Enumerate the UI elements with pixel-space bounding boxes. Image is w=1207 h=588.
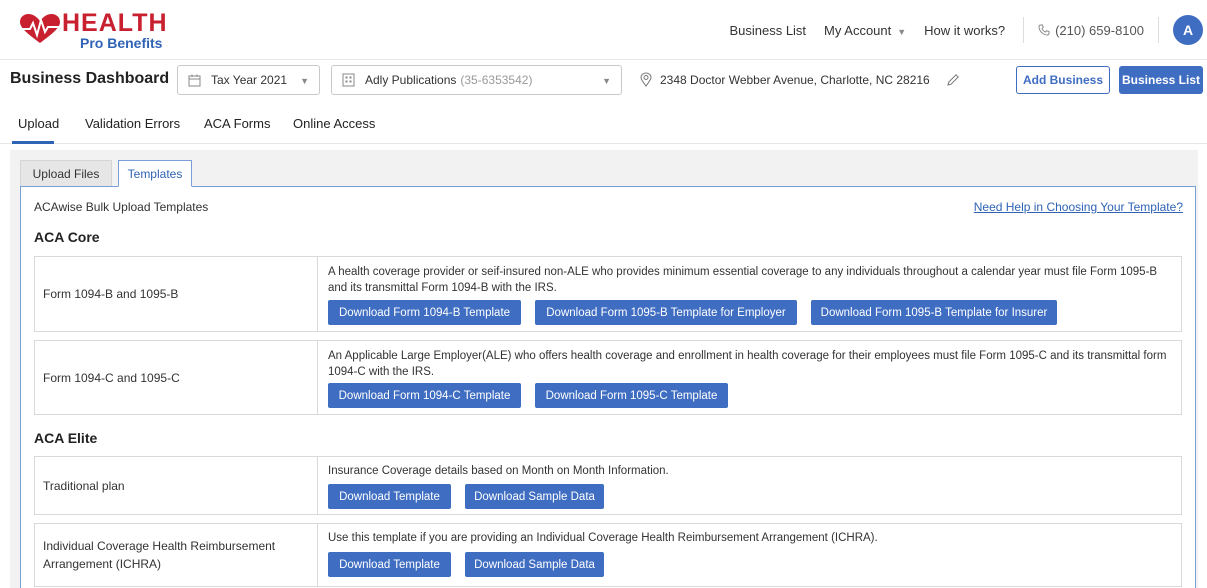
edit-pencil-icon[interactable]	[946, 73, 960, 87]
download-sample-data-button[interactable]: Download Sample Data	[465, 484, 604, 509]
download-1095c-template-button[interactable]: Download Form 1095-C Template	[535, 383, 728, 408]
brand-subname: Pro Benefits	[80, 35, 163, 51]
tab-online-access[interactable]: Online Access	[293, 116, 375, 131]
business-list-button[interactable]: Business List	[1119, 66, 1203, 94]
business-ein: (35-6353542)	[460, 73, 533, 87]
address-text: 2348 Doctor Webber Avenue, Charlotte, NC…	[660, 72, 930, 87]
download-template-button[interactable]: Download Template	[328, 484, 451, 509]
nav-business-list-link[interactable]: Business List	[729, 23, 806, 38]
template-row-label: Individual Coverage Health Reimbursement…	[35, 524, 318, 586]
user-avatar[interactable]: A	[1173, 15, 1203, 45]
template-row-label: Form 1094-C and 1095-C	[35, 341, 318, 414]
template-row-label: Traditional plan	[35, 457, 318, 514]
chevron-down-icon: ▼	[300, 76, 309, 86]
template-row-buttons: Download Form 1094-C Template Download F…	[328, 383, 742, 408]
phone-icon	[1038, 24, 1050, 36]
download-template-button[interactable]: Download Template	[328, 552, 451, 577]
brand-name: HEALTH	[62, 9, 168, 37]
content-area: Upload Files Templates ACAwise Bulk Uplo…	[10, 150, 1198, 588]
template-row-buttons: Download Template Download Sample Data	[328, 484, 618, 509]
phone-number: (210) 659-8100	[1055, 22, 1144, 38]
template-row: Traditional plan Insurance Coverage deta…	[34, 456, 1182, 515]
nav-my-account-dropdown[interactable]: My Account ▼	[824, 23, 906, 38]
download-1095b-insurer-template-button[interactable]: Download Form 1095-B Template for Insure…	[811, 300, 1057, 325]
template-row-buttons: Download Form 1094-B Template Download F…	[328, 300, 1071, 325]
template-row-description: Use this template if you are providing a…	[328, 532, 878, 544]
top-navigation: Business List My Account ▼ How it works? …	[729, 0, 1207, 60]
active-tab-indicator	[12, 141, 54, 144]
templates-panel: ACAwise Bulk Upload Templates Need Help …	[20, 186, 1196, 588]
nav-how-it-works-link[interactable]: How it works?	[924, 23, 1005, 38]
building-icon	[342, 73, 355, 87]
download-1094b-template-button[interactable]: Download Form 1094-B Template	[328, 300, 521, 325]
template-row-description: An Applicable Large Employer(ALE) who of…	[328, 350, 1167, 378]
brand-logo[interactable]: HEALTH Pro Benefits	[18, 8, 178, 52]
download-1094c-template-button[interactable]: Download Form 1094-C Template	[328, 383, 521, 408]
business-name: Adly Publications	[365, 73, 457, 87]
my-account-label: My Account	[824, 22, 892, 38]
tax-year-value: Tax Year 2021	[211, 73, 288, 87]
tab-aca-forms[interactable]: ACA Forms	[204, 116, 270, 131]
template-row-description: A health coverage provider or seif-insur…	[328, 266, 1158, 294]
top-header: HEALTH Pro Benefits Business List My Acc…	[0, 0, 1207, 60]
main-tabs: Upload Validation Errors ACA Forms Onlin…	[0, 104, 1207, 144]
page-title: Business Dashboard	[10, 70, 170, 87]
template-row: Form 1094-C and 1095-C An Applicable Lar…	[34, 340, 1182, 415]
subtab-templates[interactable]: Templates	[118, 160, 192, 187]
heart-pulse-icon	[20, 14, 60, 43]
template-row: Form 1094-B and 1095-B A health coverage…	[34, 256, 1182, 332]
tab-validation-errors[interactable]: Validation Errors	[85, 116, 180, 131]
nav-divider	[1158, 17, 1159, 43]
template-row: Individual Coverage Health Reimbursement…	[34, 523, 1182, 587]
add-business-button[interactable]: Add Business	[1016, 66, 1110, 94]
download-1095b-employer-template-button[interactable]: Download Form 1095-B Template for Employ…	[535, 300, 797, 325]
chevron-down-icon: ▼	[602, 76, 611, 86]
dashboard-toolbar: Business Dashboard Tax Year 2021 ▼ Adly …	[0, 62, 1207, 100]
template-row-buttons: Download Template Download Sample Data	[328, 552, 618, 577]
location-pin-icon	[640, 72, 652, 87]
tab-upload[interactable]: Upload	[18, 116, 59, 131]
phone-contact[interactable]: (210) 659-8100	[1038, 23, 1144, 38]
nav-divider	[1023, 17, 1025, 43]
section-title: ACA Core	[34, 229, 100, 245]
template-help-link[interactable]: Need Help in Choosing Your Template?	[974, 200, 1183, 214]
business-select[interactable]: Adly Publications (35-6353542) ▼	[331, 65, 622, 95]
download-sample-data-button[interactable]: Download Sample Data	[465, 552, 604, 577]
chevron-down-icon: ▼	[897, 26, 907, 37]
calendar-icon	[188, 74, 201, 87]
templates-heading: ACAwise Bulk Upload Templates	[34, 200, 209, 214]
template-row-label: Form 1094-B and 1095-B	[35, 257, 318, 331]
tax-year-select[interactable]: Tax Year 2021 ▼	[177, 65, 320, 95]
subtab-upload-files[interactable]: Upload Files	[20, 160, 112, 186]
template-row-description: Insurance Coverage details based on Mont…	[328, 465, 669, 477]
business-address: 2348 Doctor Webber Avenue, Charlotte, NC…	[640, 72, 960, 87]
section-title: ACA Elite	[34, 430, 98, 446]
